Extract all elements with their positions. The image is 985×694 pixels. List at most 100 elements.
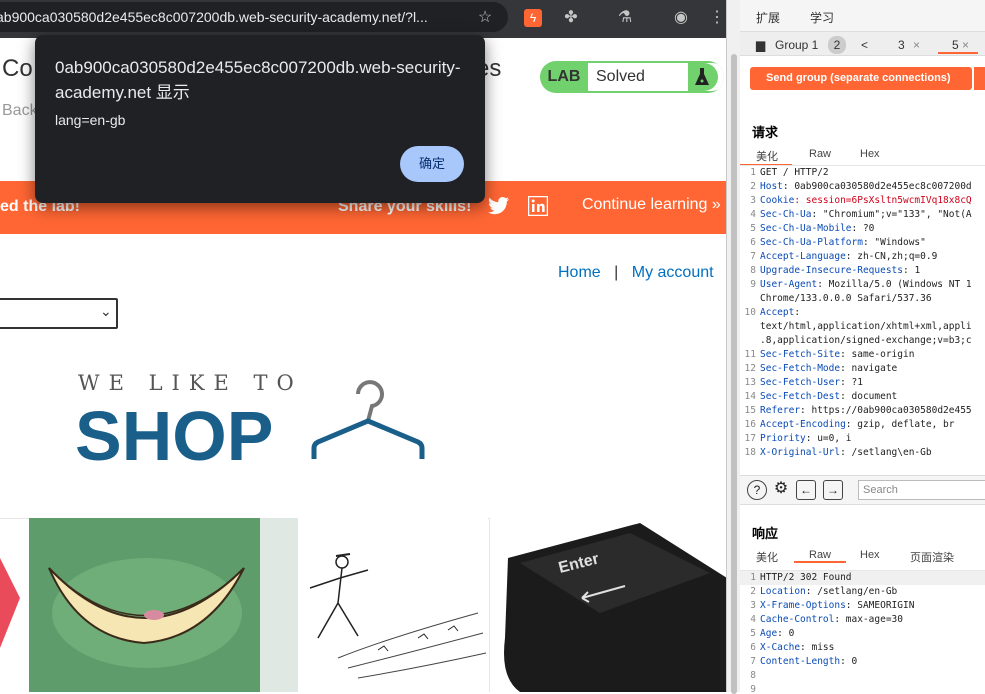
star-icon[interactable]: ☆	[474, 7, 496, 29]
header-value: : https://0ab900ca030580d2e455	[800, 405, 972, 416]
response-tab-pretty[interactable]: 美化	[756, 549, 778, 565]
code-line: 10 Accept:	[740, 306, 985, 320]
tab-3[interactable]: 3	[898, 36, 905, 54]
menu-kebab-icon[interactable]: ⋮	[706, 7, 726, 29]
nav-separator: |	[614, 264, 619, 281]
header-value: : ?0	[851, 223, 875, 234]
request-title: 请求	[752, 125, 779, 140]
scrollbar-thumb[interactable]	[731, 54, 737, 694]
tab-scroll-left[interactable]: <	[861, 36, 868, 54]
line-number: 9	[750, 279, 756, 290]
product-image-cheshire[interactable]	[29, 518, 260, 692]
response-tab-render[interactable]: 页面渲染	[910, 549, 954, 565]
tab-5-close-icon[interactable]: ×	[962, 38, 969, 52]
continue-learning-link[interactable]: Continue learning »	[582, 196, 721, 214]
header-value: : /setlang/en-Gb	[805, 586, 898, 597]
line-number: 6	[750, 642, 756, 653]
nav-my-account-link[interactable]: My account	[632, 264, 714, 282]
code-line: 18 X-Original-Url: /setlang\en-Gb	[740, 446, 985, 460]
linkedin-icon[interactable]	[527, 195, 549, 219]
header-value: : u=0, i	[805, 433, 852, 444]
response-tab-raw[interactable]: Raw	[794, 549, 846, 563]
header-value: : zh-CN,zh;q=0.9	[845, 251, 938, 262]
nav-home-link[interactable]: Home	[558, 264, 601, 282]
line-number: 1	[750, 167, 756, 178]
header-name: User-Agent	[760, 279, 818, 290]
dialog-ok-button[interactable]: 确定	[400, 146, 464, 182]
line-number: 3	[750, 195, 756, 206]
header-value: : SAMEORIGIN	[845, 600, 915, 611]
line-number: 7	[750, 251, 756, 262]
code-line: 1 HTTP/2 302 Found	[740, 571, 985, 585]
product-image-enter-key[interactable]: Enter	[489, 518, 726, 692]
header-value: :	[794, 307, 801, 318]
header-name: Sec-Ch-Ua-Mobile	[760, 223, 852, 234]
top-nav: Home | My account	[558, 264, 714, 282]
puzzle-extensions-icon[interactable]: ✤	[560, 7, 582, 29]
help-icon[interactable]: ?	[747, 480, 767, 500]
header-value: : Mozilla/5.0 (Windows NT 1	[817, 279, 972, 290]
profile-icon[interactable]: ◉	[670, 7, 692, 29]
code-line: text/html,application/xhtml+xml,appli	[740, 320, 985, 334]
send-group-button[interactable]: Send group (separate connections)	[750, 67, 972, 90]
gear-icon[interactable]: ⚙	[771, 480, 791, 500]
header-value: : ?1	[840, 377, 863, 388]
line-number: 5	[750, 223, 756, 234]
response-title: 响应	[752, 526, 779, 541]
header-value: : max-age=30	[834, 614, 903, 625]
line-number: 2	[750, 181, 756, 192]
header-value: : navigate	[840, 363, 898, 374]
address-bar[interactable]: ab900ca030580d2e455ec8c007200db.web-secu…	[0, 2, 508, 32]
tab-5-label: 5	[952, 38, 959, 52]
send-options-dropdown[interactable]	[973, 67, 985, 90]
code-line: 8 Upgrade-Insecure-Requests: 1	[740, 264, 985, 278]
header-name: Referer	[760, 405, 801, 416]
header-name: Cookie	[760, 195, 795, 206]
request-tab-hex[interactable]: Hex	[860, 148, 880, 160]
code-line: 4 Cache-Control: max-age=30	[740, 613, 985, 627]
flask-icon[interactable]: ⚗	[614, 7, 636, 29]
back-link[interactable]: Back	[2, 102, 38, 120]
header-value: : document	[840, 391, 898, 402]
tab-5[interactable]: 5 ×	[938, 36, 978, 54]
arrow-right-icon[interactable]: →	[823, 480, 843, 500]
header-name: Priority	[760, 433, 806, 444]
search-input[interactable]: Search	[858, 480, 985, 500]
menu-extensions[interactable]: 扩展	[756, 9, 780, 26]
code-line: 14 Sec-Fetch-Dest: document	[740, 390, 985, 404]
alert-dialog: 0ab900ca030580d2e455ec8c007200db.web-sec…	[35, 35, 485, 203]
response-tab-hex[interactable]: Hex	[860, 549, 880, 561]
request-tab-pretty[interactable]: 美化	[740, 148, 792, 166]
code-line: 12 Sec-Fetch-Mode: navigate	[740, 362, 985, 376]
response-editor[interactable]: 1 HTTP/2 302 Found 2 Location: /setlang/en-…	[740, 570, 985, 692]
header-value: HTTP/2 302 Found	[760, 572, 852, 583]
menu-learn[interactable]: 学习	[810, 9, 834, 26]
header-name: Age	[760, 628, 778, 639]
line-number: 15	[744, 405, 756, 416]
tab-group-1[interactable]: Group 1	[775, 36, 818, 54]
code-line: 15 Referer: https://0ab900ca030580d2e455	[740, 404, 985, 418]
logo-tagline: WE LIKE TO	[78, 371, 303, 395]
header-value: .8,application/signed-exchange;v=b3;c	[760, 335, 972, 346]
header-value: : "Windows"	[862, 237, 926, 248]
request-editor[interactable]: 1 GET / HTTP/2 2 Host: 0ab900ca030580d2e455…	[740, 165, 985, 465]
product-image-1[interactable]	[0, 518, 28, 692]
burp-extension-icon[interactable]: ϟ	[524, 9, 542, 27]
tab-3-close-icon[interactable]: ×	[913, 36, 920, 54]
header-name: Upgrade-Insecure-Requests	[760, 265, 903, 276]
twitter-icon[interactable]	[488, 196, 510, 219]
header-name: Content-Length	[760, 656, 841, 667]
code-line: 6 Sec-Ch-Ua-Platform: "Windows"	[740, 236, 985, 250]
line-number: 5	[750, 628, 756, 639]
arrow-left-icon[interactable]: ←	[796, 480, 816, 500]
folder-icon: ▆	[756, 38, 766, 52]
header-value: : gzip, deflate, br	[845, 419, 955, 430]
product-image-strip[interactable]	[260, 518, 298, 692]
product-image-sketch[interactable]	[298, 518, 488, 692]
header-value: : 1	[903, 265, 921, 276]
code-line: 4 Sec-Ch-Ua: "Chromium";v="133", "Not(A	[740, 208, 985, 222]
header-name: Sec-Fetch-Dest	[760, 391, 841, 402]
header-name: Accept	[760, 307, 795, 318]
request-tab-raw[interactable]: Raw	[809, 148, 831, 160]
code-line: 6 X-Cache: miss	[740, 641, 985, 655]
